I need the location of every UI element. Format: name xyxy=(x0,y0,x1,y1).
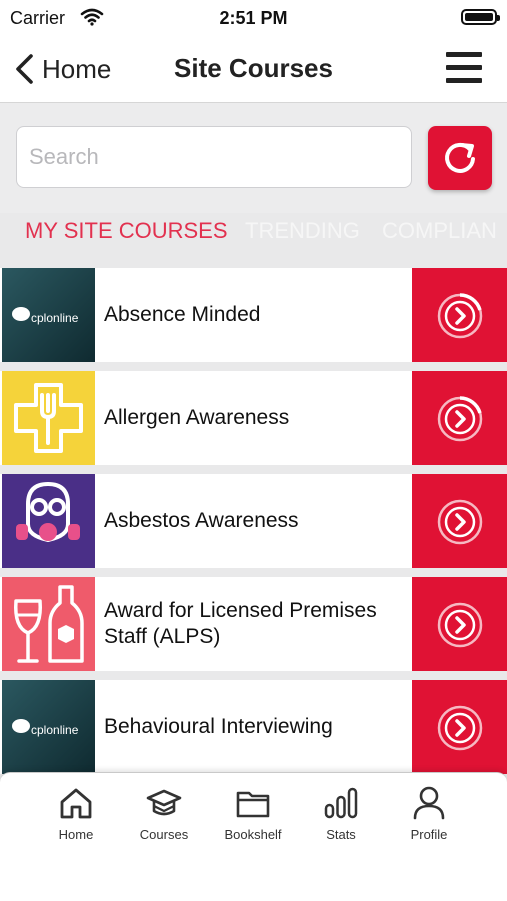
home-icon xyxy=(60,788,92,819)
open-course-button[interactable] xyxy=(412,680,507,774)
bar-chart-icon xyxy=(324,787,358,819)
course-row[interactable]: Award for Licensed Premises Staff (ALPS) xyxy=(0,577,507,671)
back-button[interactable]: Home xyxy=(14,50,111,88)
course-tabs: MY SITE COURSES TRENDING COMPLIAN xyxy=(0,215,507,255)
course-row[interactable]: Allergen Awareness xyxy=(0,371,507,465)
course-row[interactable]: cplonline Behavioural Interviewing xyxy=(0,680,507,774)
tab-label: Courses xyxy=(139,827,189,842)
graduation-cap-icon xyxy=(146,789,182,816)
tab-stats[interactable]: Stats xyxy=(297,785,385,875)
tab-compliance[interactable]: COMPLIAN xyxy=(382,218,497,244)
battery-icon xyxy=(461,9,500,25)
status-time: 2:51 PM xyxy=(219,8,288,28)
open-course-button[interactable] xyxy=(412,371,507,465)
tab-profile[interactable]: Profile xyxy=(385,785,473,875)
search-area xyxy=(0,103,507,213)
tab-courses[interactable]: Courses xyxy=(120,785,208,875)
tab-label: Stats xyxy=(326,827,356,842)
tab-my-site-courses[interactable]: MY SITE COURSES xyxy=(25,218,228,244)
course-title: Award for Licensed Premises Staff (ALPS) xyxy=(104,599,377,648)
tab-label: Profile xyxy=(410,827,448,842)
refresh-icon xyxy=(445,142,475,173)
hamburger-menu-icon[interactable] xyxy=(446,50,482,86)
tab-label: Bookshelf xyxy=(224,827,282,842)
status-bar: Carrier 2:51 PM xyxy=(0,0,507,36)
folder-icon xyxy=(236,791,270,818)
svg-text:cplonline: cplonline xyxy=(31,311,79,325)
course-row[interactable]: cplonline Absence Minded xyxy=(0,268,507,362)
course-title: Behavioural Interviewing xyxy=(104,715,333,738)
arrow-right-icon xyxy=(437,499,483,545)
person-icon xyxy=(413,786,445,820)
course-title: Allergen Awareness xyxy=(104,406,290,429)
bottom-tab-bar: Home Courses Bookshelf Stats Profile xyxy=(0,772,507,901)
open-course-button[interactable] xyxy=(412,268,507,362)
navigation-bar: Home Site Courses xyxy=(0,36,507,103)
search-input[interactable] xyxy=(16,126,412,188)
arrow-right-icon xyxy=(437,705,483,751)
tab-home[interactable]: Home xyxy=(32,785,120,875)
chevron-left-icon xyxy=(16,54,33,84)
tab-label: Home xyxy=(58,827,94,842)
arrow-right-icon xyxy=(437,602,483,648)
wine-bottle-icon xyxy=(2,577,95,671)
cplonline-logo: cplonline xyxy=(2,268,95,362)
course-row[interactable]: Asbestos Awareness xyxy=(0,474,507,568)
tab-trending[interactable]: TRENDING xyxy=(245,218,360,244)
open-course-button[interactable] xyxy=(412,577,507,671)
refresh-button[interactable] xyxy=(428,126,492,190)
course-title: Absence Minded xyxy=(104,303,261,326)
cplonline-logo: cplonline xyxy=(2,680,95,774)
progress-arrow-icon xyxy=(437,396,483,442)
progress-arrow-icon xyxy=(437,293,483,339)
open-course-button[interactable] xyxy=(412,474,507,568)
course-title: Asbestos Awareness xyxy=(104,509,299,532)
back-label: Home xyxy=(42,53,112,84)
respirator-mask-icon xyxy=(2,474,95,568)
fork-cross-icon xyxy=(2,371,95,465)
svg-text:cplonline: cplonline xyxy=(31,723,79,737)
tab-bookshelf[interactable]: Bookshelf xyxy=(209,785,297,875)
